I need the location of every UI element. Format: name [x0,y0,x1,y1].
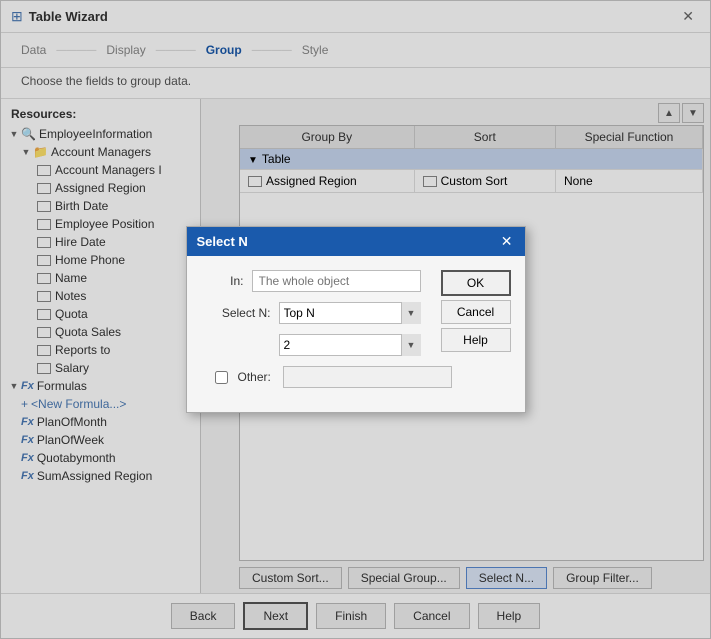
select-n-wrapper: Top N Bottom N Top % Bottom % ▼ [279,302,421,324]
modal-title: Select N [197,234,248,249]
modal-close-button[interactable]: ✕ [499,233,515,250]
modal-help-button[interactable]: Help [441,328,511,352]
select-n-dialog: Select N ✕ OK Cancel Help In: [186,226,526,413]
modal-action-buttons: OK Cancel Help [441,270,511,352]
n-value-select[interactable]: 1 2 3 4 5 10 [279,334,421,356]
other-label: Other: [238,370,271,384]
n-value-wrapper: 1 2 3 4 5 10 ▼ [279,334,421,356]
in-input[interactable] [252,270,421,292]
other-input[interactable] [283,366,452,388]
select-n-label: Select N: [201,306,271,320]
in-label: In: [201,274,244,288]
modal-select-n-row: Select N: Top N Bottom N Top % Bottom % … [201,302,421,324]
modal-overlay: Select N ✕ OK Cancel Help In: [1,1,710,638]
modal-ok-button[interactable]: OK [441,270,511,296]
modal-in-row: In: [201,270,421,292]
select-n-select[interactable]: Top N Bottom N Top % Bottom % [279,302,421,324]
modal-other-row: Other: [201,366,421,388]
modal-n-value-row: 1 2 3 4 5 10 ▼ [201,334,421,356]
other-checkbox[interactable] [215,371,228,384]
modal-title-bar: Select N ✕ [187,227,525,256]
modal-cancel-button[interactable]: Cancel [441,300,511,324]
